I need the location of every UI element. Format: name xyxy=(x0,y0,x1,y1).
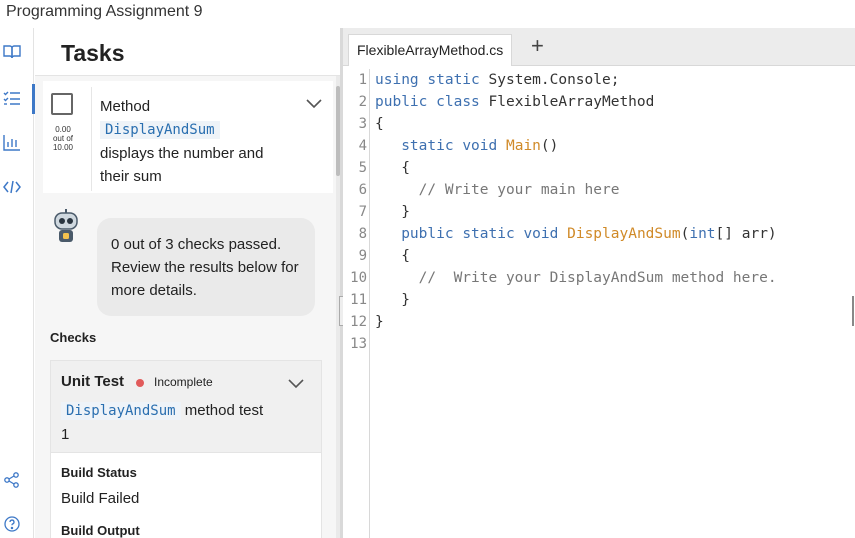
feedback-bubble: 0 out of 3 checks passed. Review the res… xyxy=(97,218,315,316)
code-line[interactable]: public class FlexibleArrayMethod xyxy=(375,91,853,113)
build-output-label: Build Output xyxy=(61,523,140,538)
line-number: 3 xyxy=(358,116,367,132)
line-number: 9 xyxy=(358,248,367,264)
chevron-down-icon[interactable] xyxy=(305,97,323,109)
code-line[interactable]: { xyxy=(375,113,853,135)
unit-test-title: Unit Test xyxy=(61,373,125,390)
code-line[interactable]: } xyxy=(375,201,853,223)
status-dot-icon xyxy=(136,379,144,387)
window-title: Programming Assignment 9 xyxy=(6,3,203,20)
task-score-total: 10.00 xyxy=(52,143,74,152)
tab-flexiblearraymethod[interactable]: FlexibleArrayMethod.cs xyxy=(348,34,513,66)
book-icon[interactable] xyxy=(2,42,22,62)
task-description: displays the number and their sum xyxy=(100,145,264,185)
task-method-chip: DisplayAndSum xyxy=(100,121,220,139)
robot-avatar-icon xyxy=(54,209,78,242)
line-number: 10 xyxy=(350,270,367,286)
code-line[interactable]: static void Main() xyxy=(375,135,853,157)
build-status-card: Build Status Build Failed Build Output xyxy=(50,452,322,538)
unit-test-description: DisplayAndSum method test 1 xyxy=(61,399,311,446)
line-number: 13 xyxy=(350,336,367,352)
code-line[interactable]: // Write your main here xyxy=(375,179,853,201)
code-text-area[interactable]: using static System.Console; public class… xyxy=(375,69,853,355)
editor-tabbar: FlexibleArrayMethod.cs + xyxy=(343,28,855,66)
task-score-out-of: out of xyxy=(52,134,73,143)
unit-test-desc-text: method test xyxy=(184,402,264,419)
build-status-label: Build Status xyxy=(61,465,137,480)
line-number: 6 xyxy=(358,182,367,198)
share-icon[interactable] xyxy=(2,470,22,490)
code-line[interactable]: } xyxy=(375,289,853,311)
code-editor: FlexibleArrayMethod.cs + 1 2 3 4 5 6 7 8 9 10 11 12… xyxy=(343,28,855,538)
window-titlebar: Programming Assignment 9 xyxy=(0,0,855,28)
code-line[interactable]: { xyxy=(375,245,853,267)
code-line[interactable]: public static void DisplayAndSum(int[] a… xyxy=(375,223,853,245)
unit-test-method-chip: DisplayAndSum xyxy=(61,402,181,420)
line-number: 11 xyxy=(350,292,367,308)
unit-test-card[interactable]: Unit Test Incomplete DisplayAndSum metho… xyxy=(50,360,322,452)
line-number: 4 xyxy=(358,138,367,154)
unit-test-number: 1 xyxy=(61,426,70,443)
task-item[interactable]: 0.00 out of 10.00 Method DisplayAndSum d… xyxy=(43,81,333,193)
tasks-title: Tasks xyxy=(61,40,125,66)
task-text: Method DisplayAndSum displays the number… xyxy=(100,95,295,188)
checks-heading: Checks xyxy=(50,330,97,345)
line-number: 7 xyxy=(358,204,367,220)
code-line[interactable]: } xyxy=(375,311,853,333)
feedback-message: 0 out of 3 checks passed. Review the res… xyxy=(111,236,299,299)
line-number: 5 xyxy=(358,160,367,176)
unit-test-status: Incomplete xyxy=(154,375,213,389)
tasks-list-icon[interactable] xyxy=(2,84,35,114)
code-icon[interactable] xyxy=(2,177,22,197)
code-line[interactable]: using static System.Console; xyxy=(375,69,853,91)
line-number: 2 xyxy=(358,94,367,110)
code-line[interactable] xyxy=(375,333,853,355)
add-tab-button[interactable]: + xyxy=(531,33,544,59)
line-number: 12 xyxy=(350,314,367,330)
help-icon[interactable] xyxy=(2,514,22,534)
scroll-edge-marker xyxy=(852,296,854,326)
chevron-down-icon[interactable] xyxy=(287,377,305,389)
line-number-gutter: 1 2 3 4 5 6 7 8 9 10 11 12 13 xyxy=(343,69,370,538)
left-icon-rail xyxy=(0,28,35,538)
tasks-panel-header: Tasks xyxy=(35,28,340,76)
task-title: Method xyxy=(100,98,151,115)
task-score-value: 0.00 xyxy=(55,125,71,134)
task-score: 0.00 out of 10.00 xyxy=(47,125,79,152)
chart-icon[interactable] xyxy=(2,132,22,152)
code-line[interactable]: // Write your DisplayAndSum method here. xyxy=(375,267,853,289)
line-number: 8 xyxy=(358,226,367,242)
task-checkbox[interactable] xyxy=(51,93,73,115)
task-divider xyxy=(91,87,92,191)
build-status-value: Build Failed xyxy=(61,490,140,507)
code-line[interactable]: { xyxy=(375,157,853,179)
line-number: 1 xyxy=(358,72,367,88)
tasks-panel: Tasks 0.00 out of 10.00 Method DisplayAn… xyxy=(35,28,340,538)
